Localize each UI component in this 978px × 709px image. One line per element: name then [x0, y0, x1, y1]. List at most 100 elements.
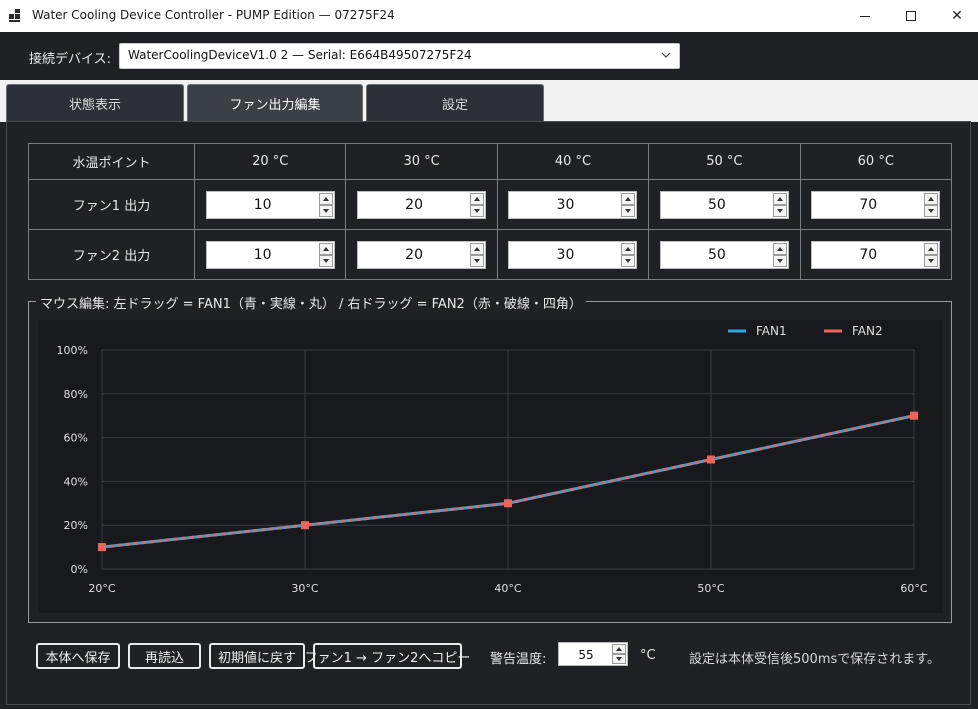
spinner-up-icon[interactable] — [470, 242, 485, 255]
device-select[interactable]: WaterCoolingDeviceV1.0 2 — Serial: E664B… — [119, 43, 680, 69]
spinner-down-icon[interactable] — [621, 204, 636, 217]
spinner-down-icon[interactable] — [612, 654, 626, 664]
spinner-up-icon[interactable] — [318, 192, 333, 205]
x-tick-label: 30°C — [291, 582, 318, 595]
fan2-output-spinner[interactable]: 20 — [357, 240, 487, 269]
fan-curve-table: 水温ポイント 20 °C 30 °C 40 °C 50 °C 60 °C ファン… — [28, 143, 953, 280]
app-icon — [9, 9, 23, 23]
spinner-down-icon[interactable] — [318, 204, 333, 217]
close-button[interactable]: ✕ — [934, 0, 978, 32]
spinner-value: 30 — [556, 196, 575, 213]
close-icon: ✕ — [951, 8, 963, 24]
spinner-value: 20 — [405, 196, 423, 213]
spinner-value: 50 — [707, 196, 726, 213]
minimize-button[interactable] — [842, 0, 888, 32]
legend-label-fan1: FAN1 — [756, 324, 787, 338]
temp-header: 30 °C — [345, 143, 498, 180]
point-fan2[interactable] — [504, 499, 512, 508]
fan-curve-chart[interactable]: 0% 20% 40% 60% 80% 100% 20°C 30°C 40°C 50°C 60°C FA… — [38, 320, 942, 613]
x-tick-label: 60°C — [900, 582, 927, 595]
temp-header: 50 °C — [648, 143, 801, 180]
y-tick-label: 60% — [64, 432, 88, 445]
spinner-up-icon[interactable] — [318, 242, 333, 255]
save-hint-text: 設定は本体受信後500msで保存されます。 — [689, 652, 940, 667]
point-fan2[interactable] — [98, 543, 106, 552]
y-tick-label: 80% — [64, 388, 88, 401]
spinner-up-icon[interactable] — [772, 242, 787, 255]
fan1-output-spinner[interactable]: 30 — [508, 190, 638, 219]
spinner-down-icon[interactable] — [621, 254, 636, 267]
spinner-down-icon[interactable] — [772, 254, 787, 267]
table-corner-header: 水温ポイント — [28, 143, 195, 180]
device-select-value: WaterCoolingDeviceV1.0 2 — Serial: E664B… — [128, 48, 472, 62]
tab-settings[interactable]: 設定 — [366, 84, 544, 121]
title-bar: Water Cooling Device Controller - PUMP E… — [0, 0, 978, 32]
spinner-down-icon[interactable] — [470, 204, 485, 217]
window-title: Water Cooling Device Controller - PUMP E… — [32, 8, 395, 22]
y-tick-label: 100% — [57, 344, 88, 357]
point-fan2[interactable] — [301, 521, 309, 530]
fan2-row-label: ファン2 出力 — [28, 229, 195, 280]
chevron-down-icon — [661, 52, 671, 58]
y-tick-label: 40% — [64, 475, 88, 488]
spinner-down-icon[interactable] — [924, 254, 939, 267]
y-tick-label: 20% — [64, 519, 88, 532]
spinner-down-icon[interactable] — [318, 254, 333, 267]
save-to-device-button[interactable]: 本体へ保存 — [36, 643, 120, 669]
maximize-button[interactable] — [888, 0, 934, 32]
reset-defaults-button[interactable]: 初期値に戻す — [209, 643, 305, 669]
warning-temp-spinner[interactable]: 55 — [558, 642, 628, 666]
warning-temp-value: 55 — [578, 648, 594, 662]
spinner-up-icon[interactable] — [924, 192, 939, 205]
x-tick-label: 50°C — [697, 582, 724, 595]
fan2-output-spinner[interactable]: 10 — [205, 240, 335, 269]
table-row: ファン2 出力 10 20 30 50 70 — [28, 229, 953, 280]
minimize-icon — [860, 15, 870, 17]
fan1-output-spinner[interactable]: 10 — [205, 190, 335, 219]
spinner-value: 70 — [859, 246, 878, 263]
temp-header: 40 °C — [496, 143, 650, 180]
point-fan2[interactable] — [707, 455, 715, 464]
spinner-value: 30 — [556, 246, 575, 263]
maximize-icon — [906, 11, 916, 21]
spinner-down-icon[interactable] — [470, 254, 485, 267]
y-tick-label: 0% — [71, 563, 88, 576]
temp-header: 20 °C — [193, 143, 347, 180]
fan2-output-spinner[interactable]: 30 — [508, 240, 638, 269]
spinner-up-icon[interactable] — [621, 242, 636, 255]
reload-button[interactable]: 再読込 — [128, 643, 201, 669]
spinner-value: 10 — [253, 196, 272, 213]
point-fan2[interactable] — [910, 411, 918, 420]
spinner-value: 20 — [405, 246, 423, 263]
spinner-up-icon[interactable] — [772, 192, 787, 205]
spinner-up-icon[interactable] — [924, 242, 939, 255]
fan1-output-spinner[interactable]: 70 — [811, 190, 941, 219]
spinner-value: 10 — [253, 246, 272, 263]
spinner-up-icon[interactable] — [470, 192, 485, 205]
fan1-output-spinner[interactable]: 50 — [659, 190, 789, 219]
device-label: 接続デバイス: — [29, 52, 111, 67]
fan2-output-spinner[interactable]: 70 — [811, 240, 941, 269]
tab-status-label: 状態表示 — [68, 97, 121, 113]
fan-curve-chart-svg[interactable]: 0% 20% 40% 60% 80% 100% 20°C 30°C 40°C 50°C 60°C FA… — [38, 320, 942, 613]
spinner-value: 70 — [859, 196, 878, 213]
tab-status[interactable]: 状態表示 — [6, 84, 184, 121]
tab-fan-edit[interactable]: ファン出力編集 — [187, 84, 363, 121]
warning-temp-unit: °C — [640, 648, 656, 663]
table-row: ファン1 出力 10 20 30 50 70 — [28, 179, 953, 230]
copy-fan1-to-fan2-button[interactable]: ファン1 → ファン2へコピー — [305, 643, 470, 669]
spinner-down-icon[interactable] — [772, 204, 787, 217]
tab-fan-edit-label: ファン出力編集 — [229, 97, 321, 113]
spinner-down-icon[interactable] — [924, 204, 939, 217]
spinner-up-icon[interactable] — [621, 192, 636, 205]
spinner-value: 50 — [707, 246, 726, 263]
legend-label-fan2: FAN2 — [852, 324, 883, 338]
x-tick-label: 20°C — [88, 582, 115, 595]
fan2-output-spinner[interactable]: 50 — [659, 240, 789, 269]
warning-temp-label: 警告温度: — [490, 652, 547, 667]
fan1-output-spinner[interactable]: 20 — [357, 190, 487, 219]
tab-settings-label: 設定 — [441, 97, 468, 113]
spinner-up-icon[interactable] — [612, 644, 626, 654]
mouse-edit-caption: マウス編集: 左ドラッグ = FAN1（青・実線・丸） / 右ドラッグ = FA… — [36, 293, 586, 312]
temp-header: 60 °C — [799, 143, 953, 180]
